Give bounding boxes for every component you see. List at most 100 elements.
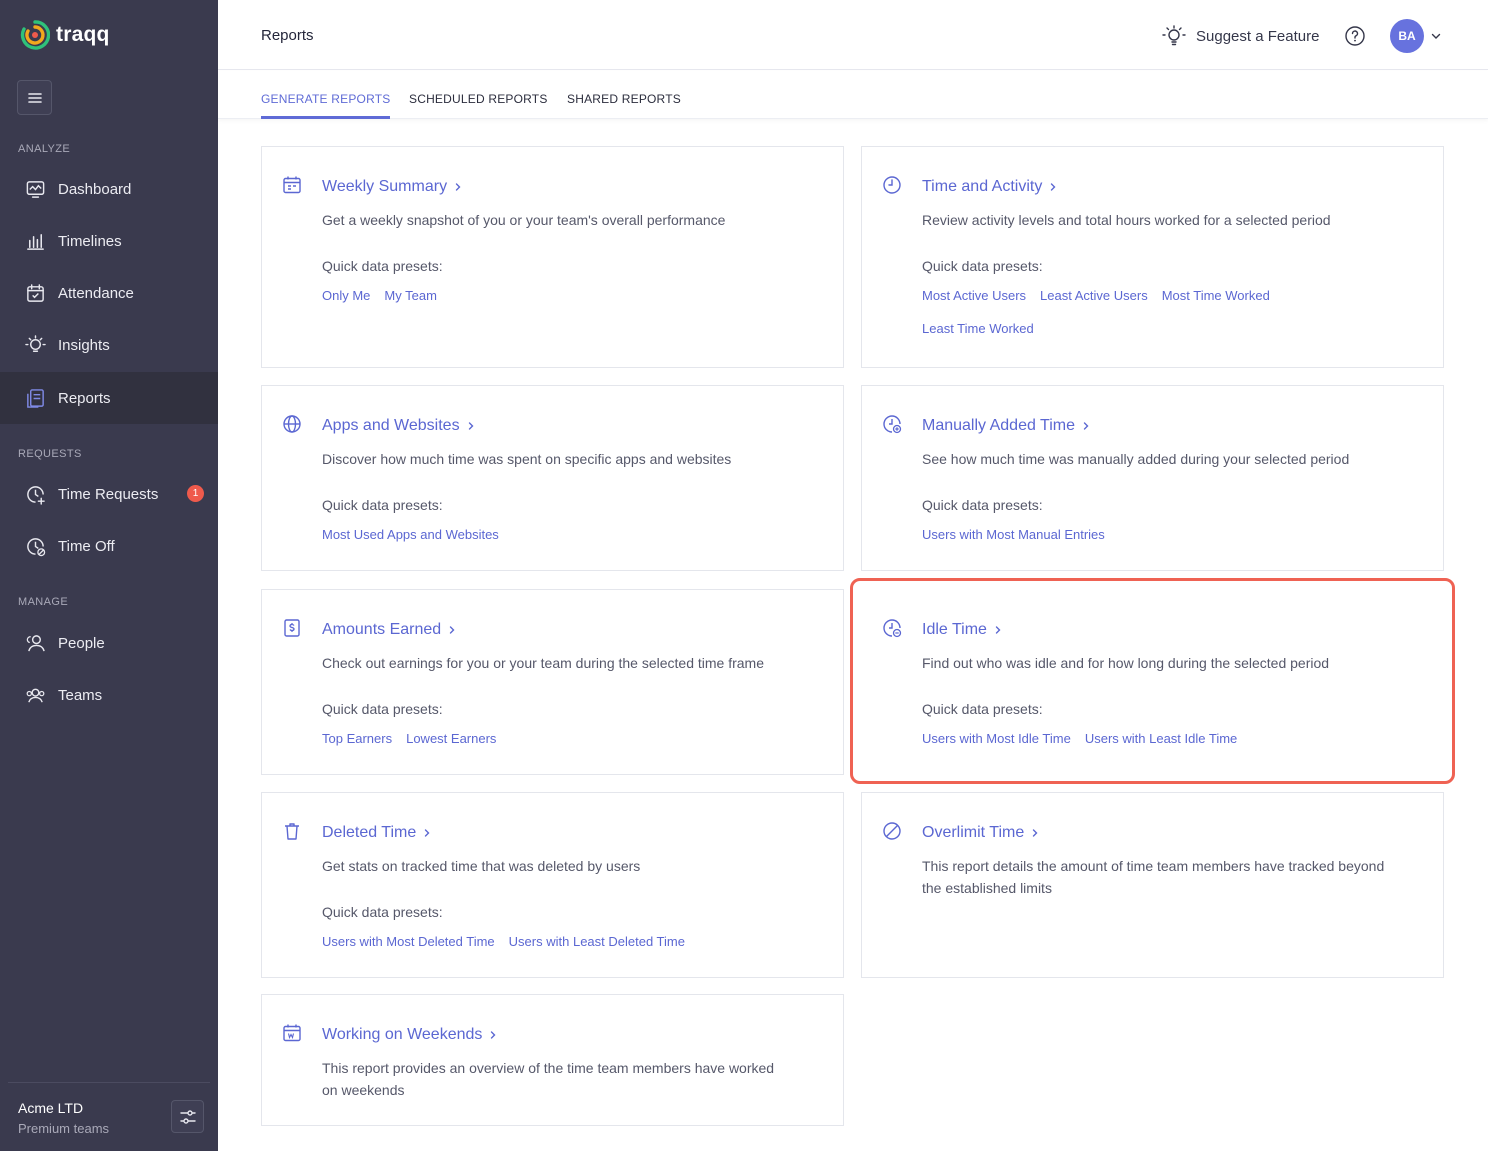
section-label-requests: REQUESTS — [18, 448, 82, 460]
prohibited-icon — [882, 821, 904, 843]
bar-chart-icon — [24, 230, 46, 252]
top-header: Reports Suggest a Feature BA — [218, 0, 1488, 70]
report-icon — [24, 387, 46, 409]
preset-links: Only Me My Team — [322, 288, 782, 303]
report-card-deleted-time: Deleted Time Get stats on tracked time t… — [261, 792, 844, 978]
report-title-text: Manually Added Time — [922, 417, 1075, 434]
chevron-right-icon — [491, 1031, 496, 1039]
sidebar-item-time-off[interactable]: Time Off — [0, 520, 218, 572]
teams-icon — [24, 684, 46, 706]
preset-most-used-apps[interactable]: Most Used Apps and Websites — [322, 527, 499, 542]
chevron-right-icon — [449, 626, 455, 634]
sidebar-item-label: Time Off — [58, 537, 115, 555]
dollar-document-icon — [282, 618, 304, 640]
people-icon — [24, 632, 46, 654]
report-description: Discover how much time was spent on spec… — [322, 451, 732, 467]
sidebar-item-reports[interactable]: Reports — [0, 372, 218, 424]
logo[interactable]: traqq — [20, 18, 110, 52]
preset-least-time-worked[interactable]: Least Time Worked — [922, 321, 1034, 336]
chevron-right-icon — [1051, 183, 1056, 191]
sidebar-item-people[interactable]: People — [0, 617, 218, 669]
report-description: Check out earnings for you or your team … — [322, 655, 764, 671]
sidebar-item-label: Dashboard — [58, 180, 132, 198]
suggest-feature-button[interactable]: Suggest a Feature — [1162, 24, 1319, 48]
chevron-down-icon[interactable] — [1430, 30, 1442, 42]
dashboard-icon — [24, 178, 46, 200]
report-title-deleted-time[interactable]: Deleted Time — [322, 824, 432, 842]
report-description: See how much time was manually added dur… — [922, 451, 1350, 467]
sidebar-item-insights[interactable]: Insights — [0, 319, 218, 371]
preset-top-earners[interactable]: Top Earners — [322, 731, 392, 746]
report-card-amounts-earned: Amounts Earned Check out earnings for yo… — [261, 589, 844, 775]
user-avatar[interactable]: BA — [1390, 19, 1424, 53]
preset-most-active-users[interactable]: Most Active Users — [922, 288, 1026, 303]
preset-links: Users with Most Manual Entries — [922, 527, 1382, 542]
chevron-right-icon — [1083, 422, 1089, 430]
chevron-right-icon — [425, 829, 430, 837]
preset-most-manual-entries[interactable]: Users with Most Manual Entries — [922, 527, 1105, 542]
clock-plus-icon — [24, 483, 46, 505]
presets-label: Quick data presets: — [322, 904, 443, 920]
preset-least-active-users[interactable]: Least Active Users — [1040, 288, 1148, 303]
tab-shared-reports[interactable]: SHARED REPORTS — [567, 92, 681, 119]
chevron-right-icon — [1033, 829, 1038, 837]
sidebar-item-label: Reports — [58, 389, 111, 407]
report-description: This report details the amount of time t… — [922, 858, 1385, 896]
tab-generate-reports[interactable]: GENERATE REPORTS — [261, 92, 391, 119]
sidebar-item-label: People — [58, 634, 105, 652]
preset-my-team[interactable]: My Team — [384, 288, 437, 303]
presets-label: Quick data presets: — [322, 258, 443, 274]
sidebar-item-time-requests[interactable]: Time Requests — [0, 468, 218, 520]
presets-label: Quick data presets: — [322, 701, 443, 717]
preset-lowest-earners[interactable]: Lowest Earners — [406, 731, 496, 746]
preset-links: Top Earners Lowest Earners — [322, 731, 782, 746]
report-title-text: Weekly Summary — [322, 178, 448, 195]
globe-icon — [282, 414, 304, 436]
report-title-overlimit-time[interactable]: Overlimit Time — [922, 824, 1040, 842]
report-title-manually-added-time[interactable]: Manually Added Time — [922, 417, 1091, 435]
sidebar-item-label: Insights — [58, 336, 110, 354]
menu-toggle-button[interactable] — [17, 80, 52, 115]
presets-label: Quick data presets: — [322, 497, 443, 513]
help-icon[interactable] — [1344, 25, 1366, 47]
preset-most-idle-time[interactable]: Users with Most Idle Time — [922, 731, 1071, 746]
settings-button[interactable] — [171, 1100, 204, 1133]
sidebar-item-attendance[interactable]: Attendance — [0, 267, 218, 319]
preset-links: Users with Most Idle Time Users with Lea… — [922, 731, 1382, 746]
report-title-time-and-activity[interactable]: Time and Activity — [922, 178, 1058, 196]
report-title-amounts-earned[interactable]: Amounts Earned — [322, 621, 457, 639]
report-title-text: Apps and Websites — [322, 417, 460, 434]
chevron-right-icon — [995, 626, 1001, 634]
report-title-idle-time[interactable]: Idle Time — [922, 621, 1003, 639]
report-title-apps-and-websites[interactable]: Apps and Websites — [322, 417, 476, 435]
preset-most-time-worked[interactable]: Most Time Worked — [1162, 288, 1270, 303]
sidebar-item-label: Time Requests — [58, 485, 159, 503]
preset-most-deleted-time[interactable]: Users with Most Deleted Time — [322, 934, 495, 949]
sidebar-item-label: Timelines — [58, 232, 122, 250]
trash-icon — [282, 821, 304, 843]
sidebar-item-dashboard[interactable]: Dashboard — [0, 163, 218, 215]
calendar-check-icon — [24, 282, 46, 304]
report-card-manually-added-time: Manually Added Time See how much time wa… — [861, 385, 1444, 571]
sidebar-item-timelines[interactable]: Timelines — [0, 215, 218, 267]
report-tabs: GENERATE REPORTS SCHEDULED REPORTS SHARE… — [218, 71, 1488, 119]
preset-least-deleted-time[interactable]: Users with Least Deleted Time — [509, 934, 685, 949]
calendar-summary-icon — [282, 175, 304, 197]
preset-only-me[interactable]: Only Me — [322, 288, 370, 303]
report-description: Review activity levels and total hours w… — [922, 212, 1331, 228]
sidebar-item-teams[interactable]: Teams — [0, 669, 218, 721]
tab-scheduled-reports[interactable]: SCHEDULED REPORTS — [409, 92, 548, 119]
suggest-feature-label: Suggest a Feature — [1196, 27, 1320, 45]
report-title-weekly-summary[interactable]: Weekly Summary — [322, 178, 463, 196]
preset-links: Users with Most Deleted Time Users with … — [322, 934, 782, 949]
report-title-text: Idle Time — [922, 621, 987, 638]
report-card-overlimit-time: Overlimit Time This report details the a… — [861, 792, 1444, 978]
report-title-working-on-weekends[interactable]: Working on Weekends — [322, 1026, 498, 1044]
sidebar-footer: Acme LTD Premium teams — [8, 1082, 210, 1151]
traqq-logo-icon — [20, 20, 50, 50]
report-title-text: Deleted Time — [322, 824, 417, 841]
preset-least-idle-time[interactable]: Users with Least Idle Time — [1085, 731, 1237, 746]
report-title-text: Amounts Earned — [322, 621, 442, 638]
clock-idle-icon — [882, 618, 904, 640]
calendar-weekend-icon — [282, 1023, 304, 1045]
